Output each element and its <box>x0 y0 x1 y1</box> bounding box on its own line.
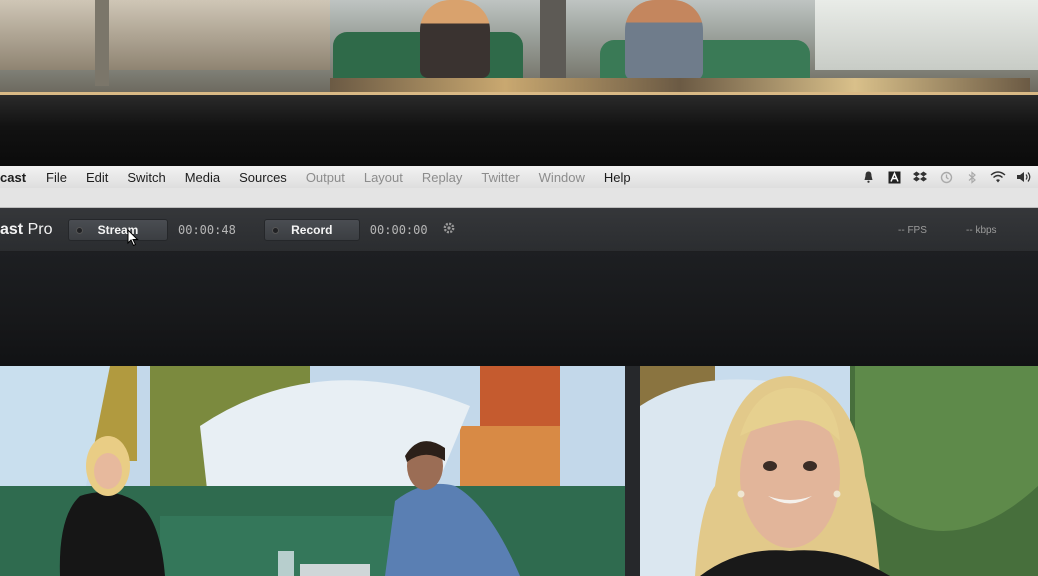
menu-sources[interactable]: Sources <box>239 170 287 185</box>
dropbox-icon[interactable] <box>912 169 928 185</box>
room-wall-right <box>815 0 1038 70</box>
menu-file[interactable]: File <box>46 170 67 185</box>
room-table <box>330 78 1030 92</box>
menu-help[interactable]: Help <box>604 170 631 185</box>
menu-window[interactable]: Window <box>539 170 585 185</box>
room-person-right <box>625 0 703 80</box>
brand-prefix: ast <box>0 220 24 238</box>
app-brand: ast Pro <box>0 221 52 239</box>
live-pane[interactable] <box>640 366 1038 576</box>
menu-layout[interactable]: Layout <box>364 170 403 185</box>
menu-switch[interactable]: Switch <box>127 170 165 185</box>
app-menu[interactable]: cast <box>0 170 26 185</box>
preview-pane[interactable] <box>0 366 625 576</box>
room-person-left <box>420 0 490 78</box>
kbps-readout: -- kbps <box>966 225 997 236</box>
main-toolbar: ast Pro Stream 00:00:48 Record 00:00:00 … <box>0 208 1038 252</box>
monitor-bezel <box>0 92 1038 166</box>
live-video-frame <box>640 366 1038 576</box>
menu-replay[interactable]: Replay <box>422 170 462 185</box>
fps-readout: -- FPS <box>898 225 927 236</box>
room-wall-left <box>0 0 330 70</box>
room-stand <box>95 0 109 86</box>
record-timer: 00:00:00 <box>369 222 428 237</box>
wifi-icon[interactable] <box>990 169 1006 185</box>
menu-media[interactable]: Media <box>185 170 220 185</box>
time-machine-icon[interactable] <box>938 169 954 185</box>
preview-video-frame <box>0 366 625 576</box>
adobe-icon[interactable] <box>886 169 902 185</box>
background-room-photo <box>0 0 1038 92</box>
stream-button[interactable]: Stream <box>68 218 168 241</box>
record-status-dot <box>271 226 279 234</box>
pane-divider[interactable] <box>625 366 640 576</box>
stream-status-dot <box>76 226 83 234</box>
record-button[interactable]: Record <box>263 218 360 241</box>
status-icons <box>860 169 1032 185</box>
record-button-label: Record <box>291 222 333 237</box>
menu-output[interactable]: Output <box>306 170 345 185</box>
menu-bar: cast File Edit Switch Media Sources Outp… <box>0 166 1038 188</box>
notification-icon[interactable] <box>860 169 876 185</box>
toolbar-shelf <box>0 252 1038 366</box>
window-titlebar <box>0 188 1038 208</box>
settings-gear-icon[interactable] <box>442 221 456 239</box>
stream-timer: 00:00:48 <box>178 222 236 237</box>
bluetooth-icon[interactable] <box>964 169 980 185</box>
menu-twitter[interactable]: Twitter <box>481 170 519 185</box>
brand-suffix: Pro <box>23 220 53 238</box>
volume-icon[interactable] <box>1016 169 1032 185</box>
menu-edit[interactable]: Edit <box>86 170 108 185</box>
